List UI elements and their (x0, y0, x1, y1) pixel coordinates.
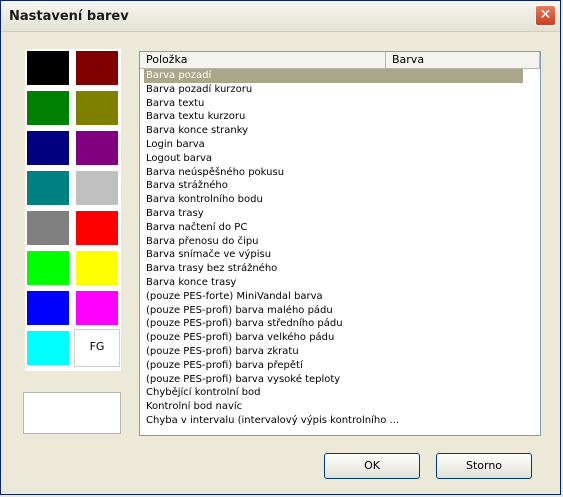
color-swatch-green[interactable] (25, 89, 71, 127)
color-swatch-lime[interactable] (25, 249, 71, 287)
color-swatch-blue[interactable] (25, 289, 71, 327)
list-item[interactable]: Chybějící kontrolní bod (144, 386, 538, 400)
list-item[interactable]: Barva kontrolního bodu (144, 193, 538, 207)
list-item[interactable]: Barva textu kurzoru (144, 110, 538, 124)
color-swatch-olive[interactable] (74, 89, 120, 127)
color-swatch-fg[interactable]: FG (74, 329, 120, 367)
list-item[interactable]: Barva snímače ve výpisu (144, 248, 538, 262)
list-item[interactable]: (pouze PES-profi) barva středního pádu (144, 317, 538, 331)
list-item[interactable]: (pouze PES-profi) barva velkého pádu (144, 331, 538, 345)
list-item[interactable]: Barva pozadí (144, 69, 523, 83)
window-title: Nastavení barev (9, 9, 129, 24)
color-swatch-magenta[interactable] (74, 289, 120, 327)
list-item[interactable]: (pouze PES-profi) barva zkratu (144, 345, 538, 359)
color-palette: FG (25, 49, 121, 371)
list-item[interactable]: Barva načtení do PC (144, 221, 538, 235)
close-button[interactable]: ✕ (535, 5, 556, 26)
color-swatch-cyan[interactable] (25, 329, 71, 367)
list-item[interactable]: Kontrolní bod navíc (144, 400, 538, 414)
color-swatch-red[interactable] (74, 209, 120, 247)
list-item[interactable]: (pouze PES-profi) barva malého pádu (144, 304, 538, 318)
color-swatch-gray[interactable] (25, 209, 71, 247)
color-swatch-navy[interactable] (25, 129, 71, 167)
list-item[interactable]: (pouze PES-forte) MiniVandal barva (144, 290, 538, 304)
list-item[interactable]: Barva trasy (144, 207, 538, 221)
list-item[interactable]: Chyba v intervalu (intervalový výpis kon… (144, 414, 538, 428)
column-header-item[interactable]: Položka (140, 52, 386, 68)
items-listview[interactable]: Položka Barva Barva pozadí Barva pozadí k… (139, 51, 541, 436)
color-swatch-teal[interactable] (25, 169, 71, 207)
list-item[interactable]: (pouze PES-profi) barva vysoké teploty (144, 373, 538, 387)
list-item[interactable]: Logout barva (144, 152, 538, 166)
column-header-color[interactable]: Barva (386, 52, 540, 68)
title-bar[interactable]: Nastavení barev ✕ (1, 1, 560, 32)
color-swatch-yellow[interactable] (74, 249, 120, 287)
list-rows: Barva pozadí Barva pozadí kurzoru Barva te… (144, 69, 538, 428)
list-header: Položka Barva (140, 52, 540, 69)
color-swatch-silver[interactable] (74, 169, 120, 207)
list-item[interactable]: (pouze PES-profi) barva přepětí (144, 359, 538, 373)
color-swatch-purple[interactable] (74, 129, 120, 167)
list-item[interactable]: Barva trasy bez strážného (144, 262, 538, 276)
cancel-button[interactable]: Storno (436, 453, 532, 479)
list-item[interactable]: Barva textu (144, 97, 538, 111)
close-icon: ✕ (539, 7, 552, 23)
list-item[interactable]: Barva přenosu do čipu (144, 235, 538, 249)
list-item[interactable]: Barva strážného (144, 179, 538, 193)
list-item[interactable]: Barva konce trasy (144, 276, 538, 290)
ok-button[interactable]: OK (324, 453, 420, 479)
list-item[interactable]: Barva konce stranky (144, 124, 538, 138)
color-swatch-maroon[interactable] (74, 49, 120, 87)
list-item[interactable]: Login barva (144, 138, 538, 152)
color-swatch-black[interactable] (25, 49, 71, 87)
list-item[interactable]: Barva pozadí kurzoru (144, 83, 538, 97)
list-item[interactable]: Barva neúspěšného pokusu (144, 166, 538, 180)
color-preview (23, 392, 121, 434)
color-settings-dialog: Nastavení barev ✕ FG Položka Barva Barva… (0, 0, 561, 495)
